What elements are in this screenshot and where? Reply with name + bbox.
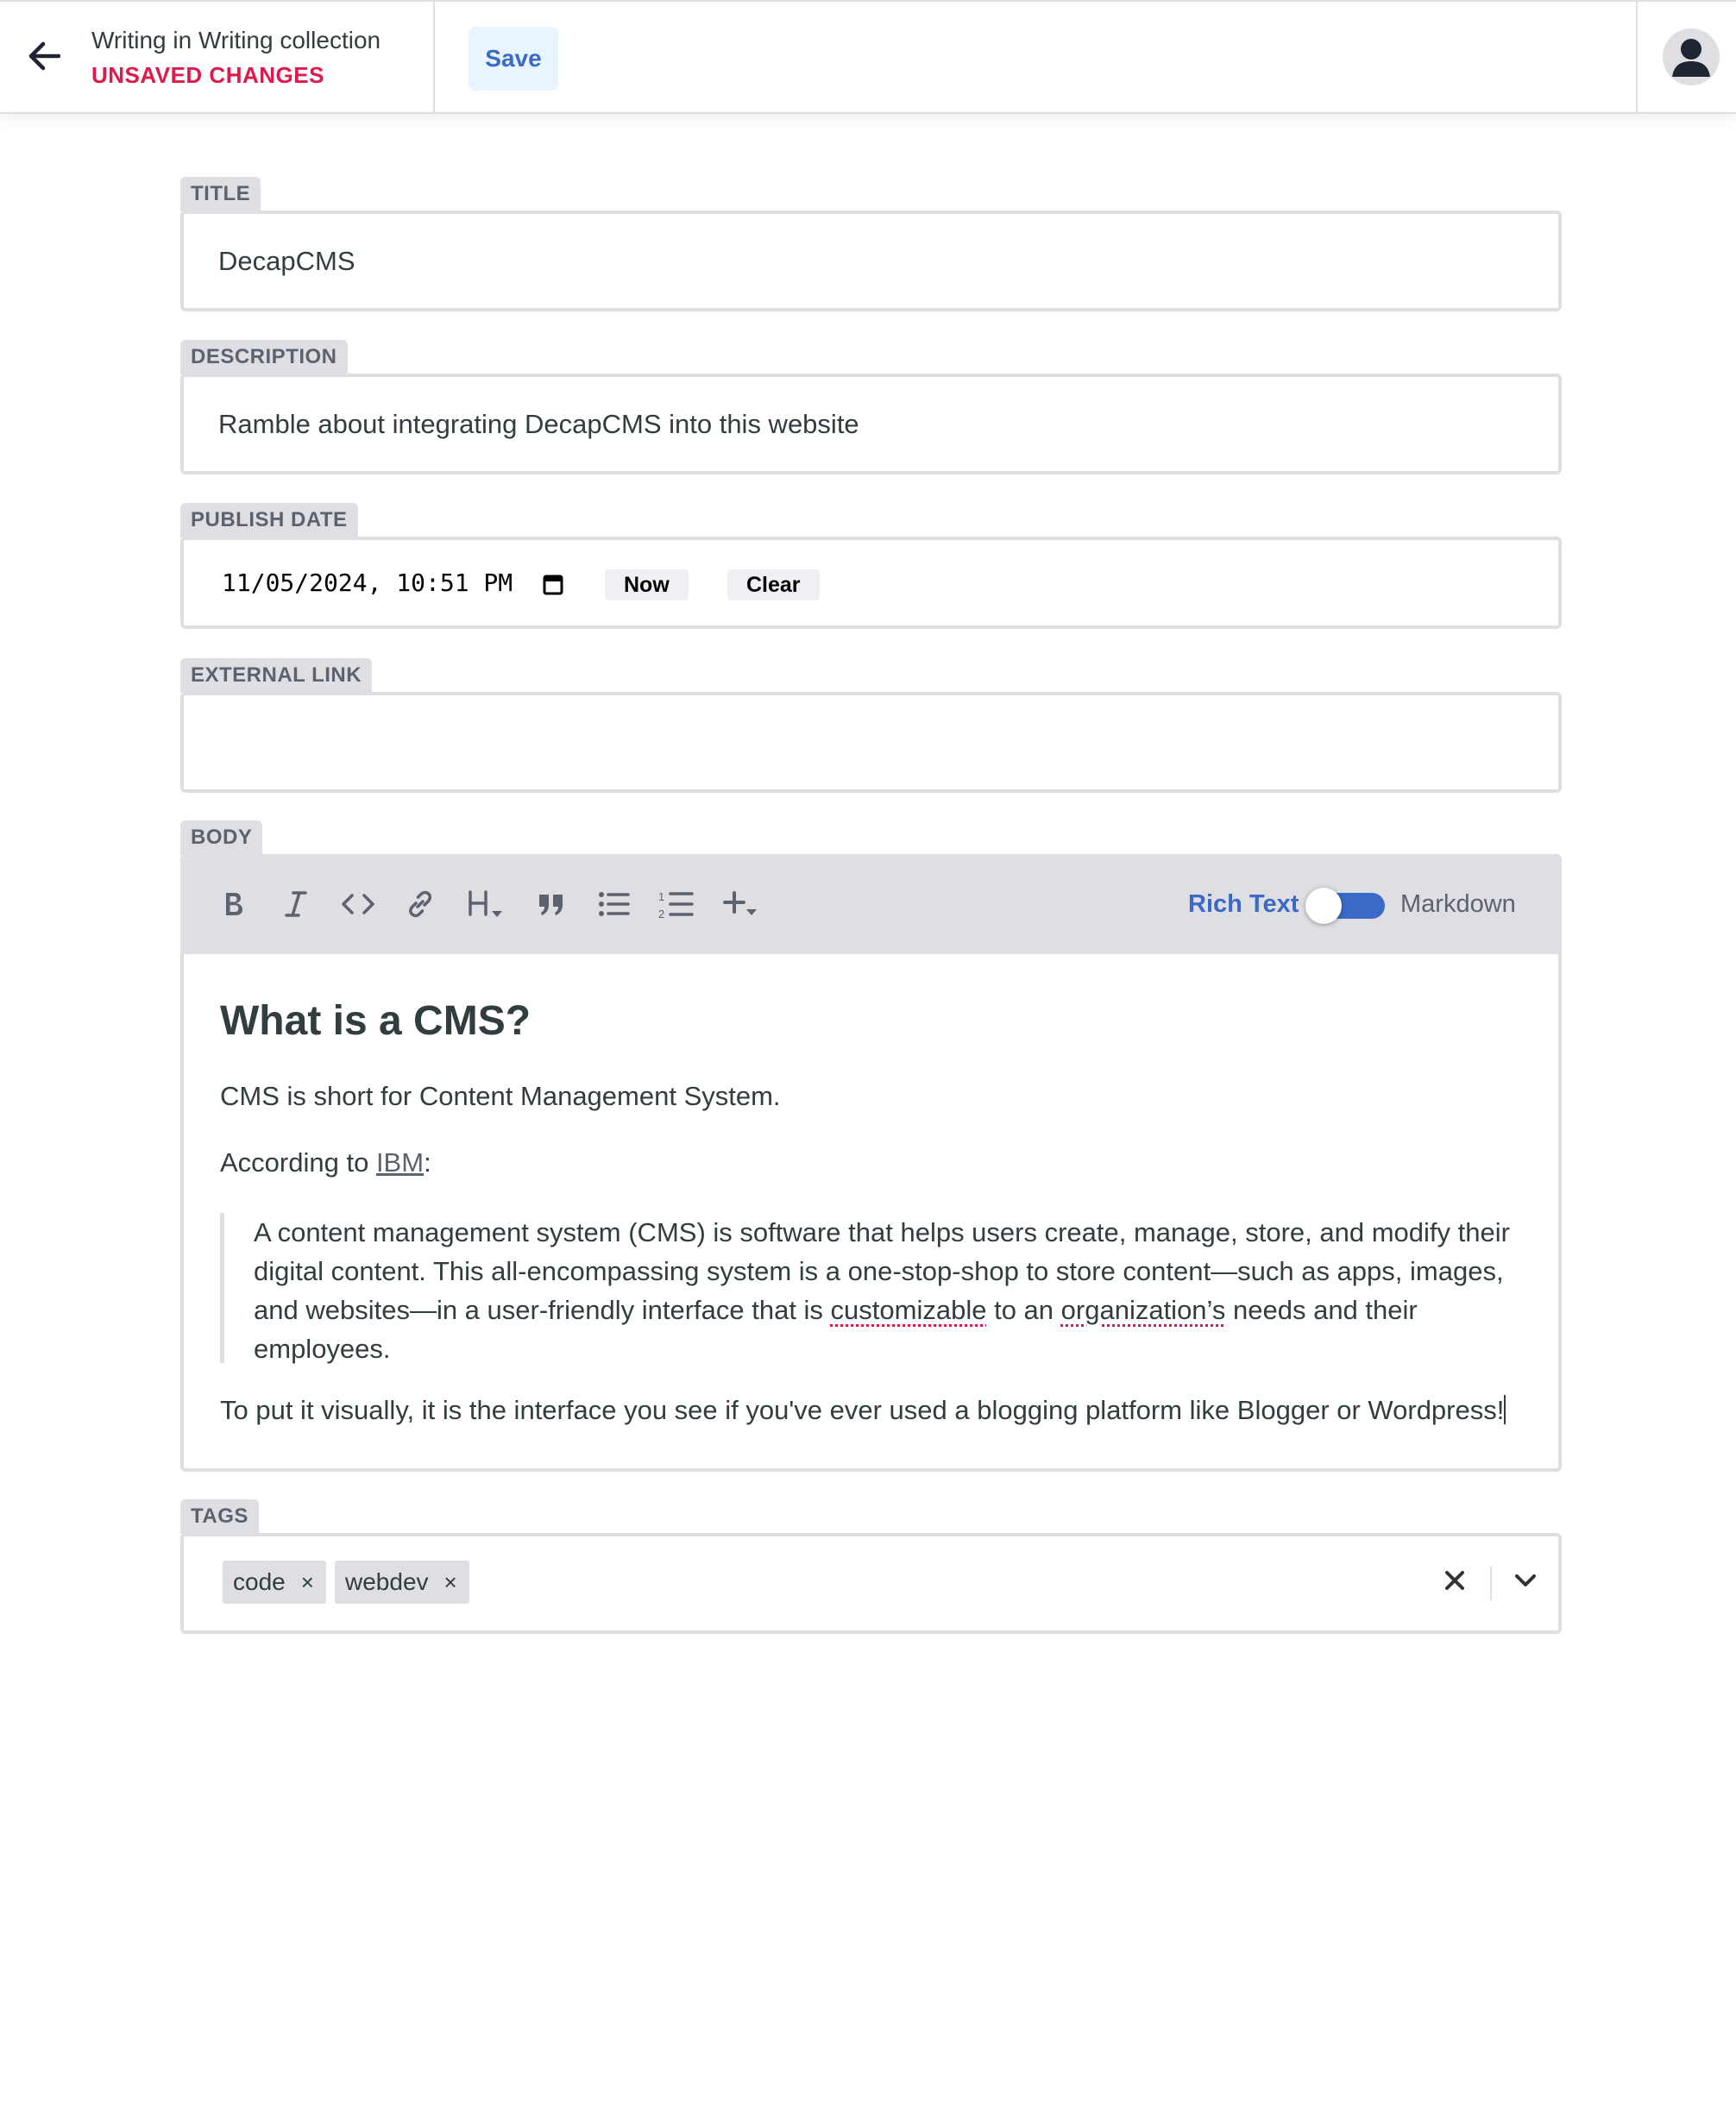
- paragraph-text: According to: [220, 1147, 376, 1178]
- heading-icon[interactable]: [458, 880, 515, 928]
- svg-text:2: 2: [658, 908, 664, 920]
- tag-label: webdev: [345, 1568, 429, 1595]
- title-label: TITLE: [180, 177, 261, 211]
- paragraph-text: To put it visually, it is the interface …: [220, 1395, 1505, 1425]
- unsaved-status: UNSAVED CHANGES: [91, 62, 324, 88]
- spellcheck-word: organization’s: [1060, 1295, 1226, 1325]
- quote-line: digital content. This all-encompassing s…: [254, 1256, 1504, 1286]
- numbered-list-icon[interactable]: 12: [651, 880, 700, 928]
- body-paragraph: CMS is short for Content Management Syst…: [220, 1081, 781, 1111]
- top-bar: Writing in Writing collection UNSAVED CH…: [0, 0, 1736, 114]
- quote-text: needs and their: [1225, 1295, 1418, 1325]
- tag-chip-code: code ×: [223, 1561, 326, 1604]
- now-button[interactable]: Now: [605, 569, 689, 600]
- user-avatar-icon[interactable]: [1663, 28, 1720, 85]
- add-component-icon[interactable]: [714, 880, 771, 928]
- editor-toolbar: 12 Rich Text Markdown: [180, 854, 1562, 954]
- tags-field[interactable]: code × webdev ×: [180, 1533, 1562, 1634]
- quote-text: to an: [986, 1295, 1061, 1325]
- description-input[interactable]: Ramble about integrating DecapCMS into t…: [218, 377, 1541, 471]
- body-paragraph: According to IBM:: [220, 1143, 431, 1182]
- quote-line: employees.: [254, 1334, 391, 1364]
- tags-label: TAGS: [180, 1499, 259, 1534]
- external-link-label: EXTERNAL LINK: [180, 658, 373, 693]
- arrow-left-icon: [28, 41, 61, 75]
- save-button[interactable]: Save: [469, 27, 558, 91]
- description-label: DESCRIPTION: [180, 340, 348, 374]
- publish-date-field: 11/05/2024, 10:51 PM Now Clear: [180, 537, 1562, 629]
- paragraph-text: :: [424, 1147, 431, 1178]
- external-link-input[interactable]: [218, 695, 1541, 789]
- title-input[interactable]: DecapCMS: [218, 214, 1541, 308]
- entry-title-block: Writing in Writing collection UNSAVED CH…: [91, 24, 381, 91]
- publish-date-label: PUBLISH DATE: [180, 503, 358, 537]
- body-label: BODY: [180, 820, 263, 855]
- remove-tag-icon[interactable]: ×: [298, 1569, 326, 1596]
- svg-text:1: 1: [658, 890, 664, 903]
- quote-line: A content management system (CMS) is sof…: [254, 1217, 1510, 1247]
- back-button[interactable]: [0, 2, 88, 114]
- external-link-field[interactable]: [180, 692, 1562, 793]
- rich-text-mode-label[interactable]: Rich Text: [1188, 885, 1299, 923]
- markdown-mode-label[interactable]: Markdown: [1400, 885, 1516, 923]
- title-field[interactable]: DecapCMS: [180, 210, 1562, 311]
- chevron-down-icon[interactable]: [1513, 1571, 1538, 1594]
- calendar-icon[interactable]: [543, 573, 563, 600]
- rich-text-editor[interactable]: What is a CMS? CMS is short for Content …: [180, 954, 1562, 1472]
- bold-icon[interactable]: [210, 880, 258, 928]
- toggle-knob: [1305, 888, 1342, 924]
- divider: [1490, 1566, 1492, 1600]
- link-icon[interactable]: [396, 880, 444, 928]
- quote-text: and websites—in a user-friendly interfac…: [254, 1295, 831, 1325]
- clear-date-button[interactable]: Clear: [727, 569, 820, 600]
- italic-icon[interactable]: [272, 880, 320, 928]
- remove-tag-icon[interactable]: ×: [441, 1569, 469, 1596]
- quote-icon[interactable]: [527, 880, 576, 928]
- quote-line: and websites—in a user-friendly interfac…: [254, 1291, 1532, 1329]
- body-heading: What is a CMS?: [220, 998, 531, 1044]
- editor-mode-toggle[interactable]: [1305, 888, 1385, 924]
- bulleted-list-icon[interactable]: [589, 880, 638, 928]
- blockquote: A content management system (CMS) is sof…: [220, 1213, 1532, 1364]
- code-icon[interactable]: [334, 880, 382, 928]
- publish-date-input[interactable]: 11/05/2024, 10:51 PM: [222, 540, 513, 625]
- body-paragraph: To put it visually, it is the interface …: [220, 1391, 1506, 1429]
- description-field[interactable]: Ramble about integrating DecapCMS into t…: [180, 374, 1562, 474]
- divider: [433, 2, 435, 114]
- tag-chip-webdev: webdev ×: [335, 1561, 469, 1604]
- clear-all-tags-icon[interactable]: [1442, 1567, 1468, 1598]
- divider: [1636, 2, 1638, 114]
- text-cursor: [1504, 1395, 1506, 1424]
- entry-title: Writing in Writing collection: [91, 27, 381, 53]
- tag-label: code: [233, 1568, 286, 1595]
- ibm-link[interactable]: IBM: [376, 1147, 424, 1178]
- spellcheck-word: customizable: [830, 1295, 987, 1325]
